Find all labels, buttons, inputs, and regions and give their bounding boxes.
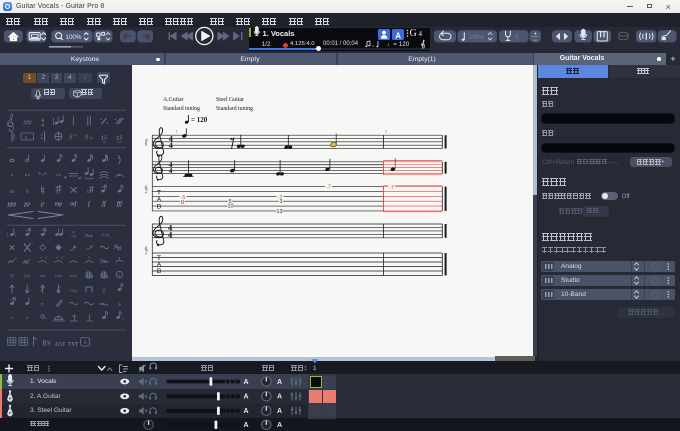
svg-text:H: H — [9, 274, 15, 280]
svg-text:': ' — [108, 311, 109, 316]
svg-text:): ) — [15, 232, 17, 237]
svg-text:8: 8 — [85, 135, 89, 142]
svg-text:slap: slap — [55, 273, 63, 278]
svg-text:f: f — [88, 202, 91, 208]
svg-text:BV: BV — [42, 341, 52, 348]
svg-text:2:51: 2:51 — [55, 342, 65, 348]
svg-text:-7: -7 — [389, 185, 394, 191]
svg-text:A: A — [83, 341, 87, 346]
svg-text:A: A — [277, 394, 282, 401]
svg-text:tr.: tr. — [41, 303, 45, 308]
svg-text:A: A — [395, 32, 401, 41]
svg-text:b: b — [87, 189, 90, 195]
svg-text:>: > — [26, 316, 29, 322]
svg-text:8: 8 — [69, 135, 73, 142]
svg-text:×: × — [122, 317, 124, 321]
svg-text:4: 4 — [168, 229, 173, 239]
svg-text:va: va — [74, 133, 78, 138]
svg-text:pp: pp — [23, 202, 30, 208]
svg-text:H/P: H/P — [23, 274, 31, 279]
svg-text:b: b — [26, 189, 29, 195]
svg-text:mp: mp — [55, 202, 63, 208]
svg-text:-7: -7 — [326, 185, 331, 191]
svg-text:A: A — [243, 422, 248, 429]
svg-text:2: 2 — [384, 130, 387, 134]
svg-text:A: A — [277, 379, 282, 386]
svg-text:S: S — [118, 302, 121, 308]
svg-text:1: 1 — [176, 130, 178, 134]
svg-text:vb: vb — [89, 136, 93, 141]
svg-text:1: 1 — [56, 256, 58, 260]
svg-text:p: p — [40, 202, 44, 208]
svg-text:4: 4 — [41, 122, 44, 128]
svg-text:V: V — [102, 289, 106, 295]
svg-text:3: 3 — [45, 256, 47, 260]
svg-text:mb: mb — [118, 140, 122, 144]
svg-text:100%: 100% — [66, 34, 82, 41]
svg-text:d.d: d.d — [56, 173, 62, 177]
svg-text:B: B — [157, 268, 162, 275]
svg-text:X..: X.. — [24, 135, 30, 140]
svg-text:Ped.: Ped. — [85, 233, 93, 238]
svg-text:pop: pop — [69, 273, 78, 278]
svg-text:100%: 100% — [469, 35, 485, 41]
svg-text:A: A — [277, 408, 282, 415]
svg-text:fff: fff — [117, 202, 124, 208]
svg-text:=: = — [372, 44, 375, 49]
svg-text:A: A — [277, 422, 282, 429]
svg-text:ring: ring — [71, 234, 77, 238]
svg-text:B: B — [157, 203, 162, 210]
svg-text:<: < — [10, 316, 13, 322]
svg-text:s.gtr.: s.gtr. — [143, 246, 148, 255]
svg-text:4: 4 — [169, 141, 173, 150]
svg-text:A: A — [243, 379, 248, 386]
svg-text:3: 3 — [61, 256, 63, 260]
svg-text:10: 10 — [228, 203, 234, 209]
svg-text:ma: ma — [102, 140, 106, 144]
svg-text:A: A — [243, 394, 248, 401]
svg-text:3: 3 — [42, 174, 44, 178]
svg-text:(: ( — [7, 232, 9, 237]
svg-text:1: 1 — [40, 256, 42, 260]
svg-text:A: A — [243, 408, 248, 415]
svg-text:bb: bb — [10, 189, 15, 195]
svg-text:ppp: ppp — [7, 202, 17, 208]
svg-text:3: 3 — [88, 256, 90, 260]
svg-text:ff: ff — [102, 202, 107, 208]
svg-text:P.M.: P.M. — [102, 233, 110, 238]
svg-text:6: 6 — [118, 273, 121, 278]
svg-text:mf: mf — [70, 202, 78, 208]
svg-text:###: ### — [23, 120, 32, 127]
svg-text:tap: tap — [40, 273, 47, 278]
svg-text:x: x — [85, 246, 88, 251]
svg-text:rasg.: rasg. — [69, 288, 78, 293]
svg-text:13: 13 — [277, 209, 283, 215]
svg-text:4: 4 — [169, 166, 173, 175]
svg-text:−: − — [533, 38, 537, 44]
svg-text:x: x — [15, 256, 17, 260]
svg-text:s.gtr.: s.gtr. — [143, 185, 148, 194]
svg-text:sng.: sng. — [143, 138, 148, 146]
svg-text:TXT: TXT — [68, 342, 79, 348]
svg-text:0: 0 — [181, 200, 184, 206]
svg-text:3: 3 — [280, 199, 283, 205]
